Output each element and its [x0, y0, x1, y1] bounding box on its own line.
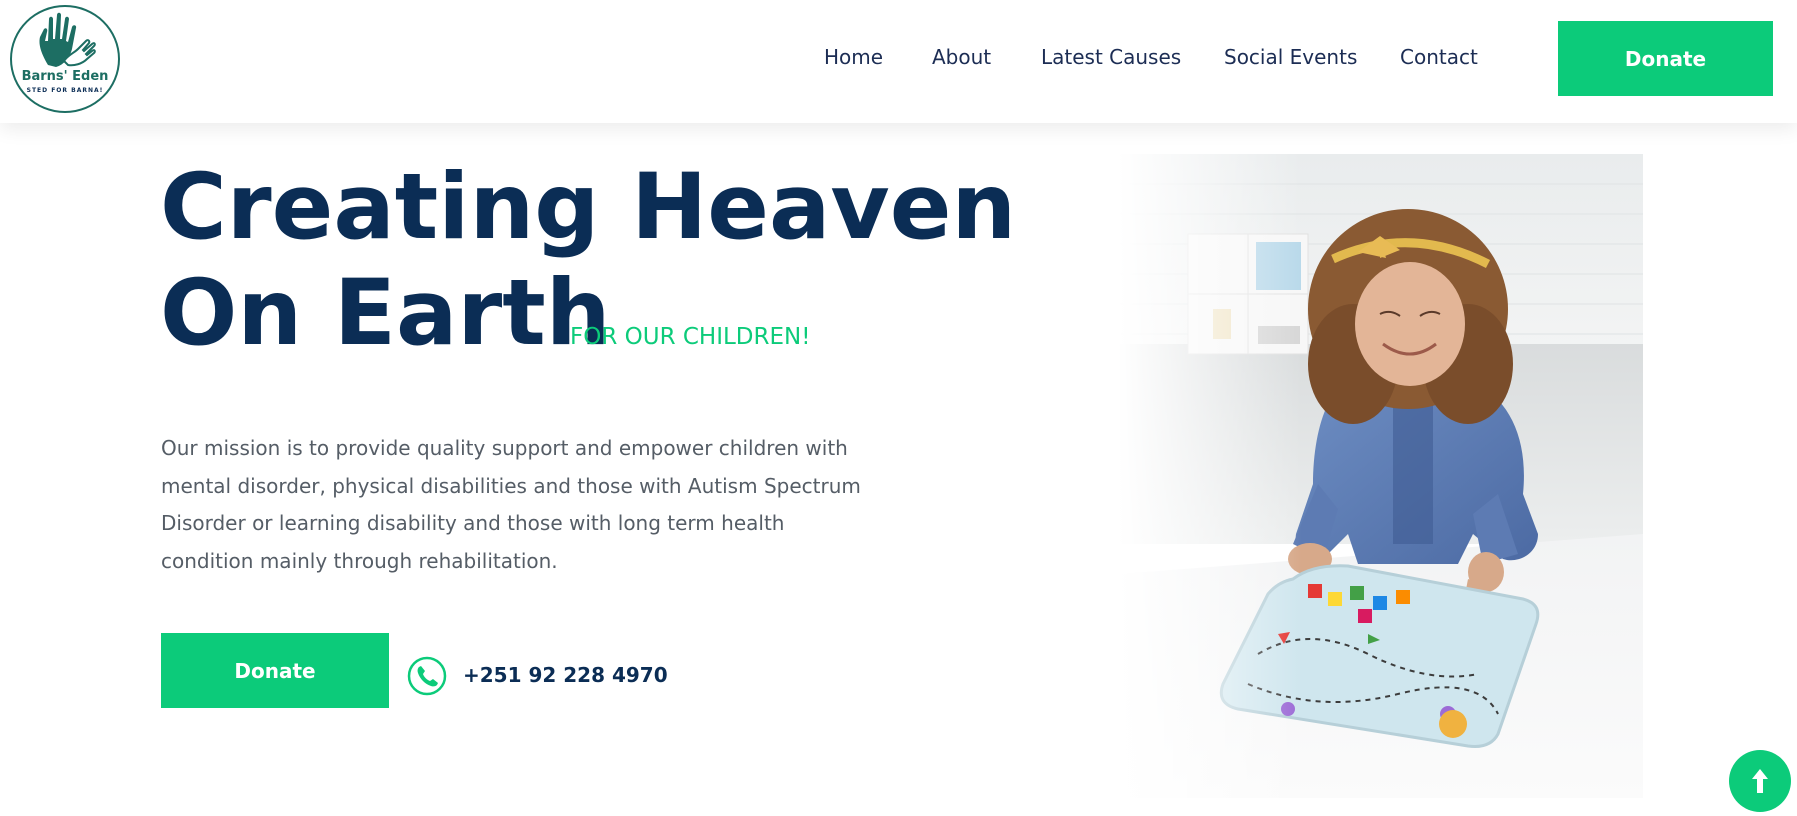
nav-contact[interactable]: Contact [1400, 45, 1478, 69]
hero-title-line-1: Creating Heaven [160, 155, 1017, 260]
logo-tagline: STED FOR BARNA! [26, 87, 104, 94]
child-playing-illustration [1118, 154, 1643, 798]
arrow-up-icon [1752, 769, 1768, 793]
nav-social-events[interactable]: Social Events [1224, 45, 1357, 69]
header-donate-button[interactable]: Donate [1558, 21, 1773, 96]
scroll-to-top-button[interactable] [1729, 750, 1791, 812]
hero-title-line-2: On Earth [160, 261, 611, 366]
phone-number[interactable]: +251 92 228 4970 [463, 663, 668, 687]
hands-logo-icon [39, 12, 96, 67]
hero-photo-child-playing [1118, 154, 1643, 798]
phone-icon[interactable] [406, 655, 448, 697]
nav-home[interactable]: Home [824, 45, 883, 69]
mission-text: Our mission is to provide quality suppor… [161, 436, 861, 573]
hero-tagline: FOR OUR CHILDREN! [570, 324, 811, 350]
site-logo[interactable]: Barns' Eden STED FOR BARNA! [10, 5, 120, 113]
site-header: Barns' Eden STED FOR BARNA! Home About L… [0, 0, 1797, 123]
nav-about[interactable]: About [932, 45, 991, 69]
nav-latest-causes[interactable]: Latest Causes [1041, 45, 1181, 69]
hero-donate-button[interactable]: Donate [161, 633, 389, 708]
logo-name: Barns' Eden [21, 69, 109, 84]
